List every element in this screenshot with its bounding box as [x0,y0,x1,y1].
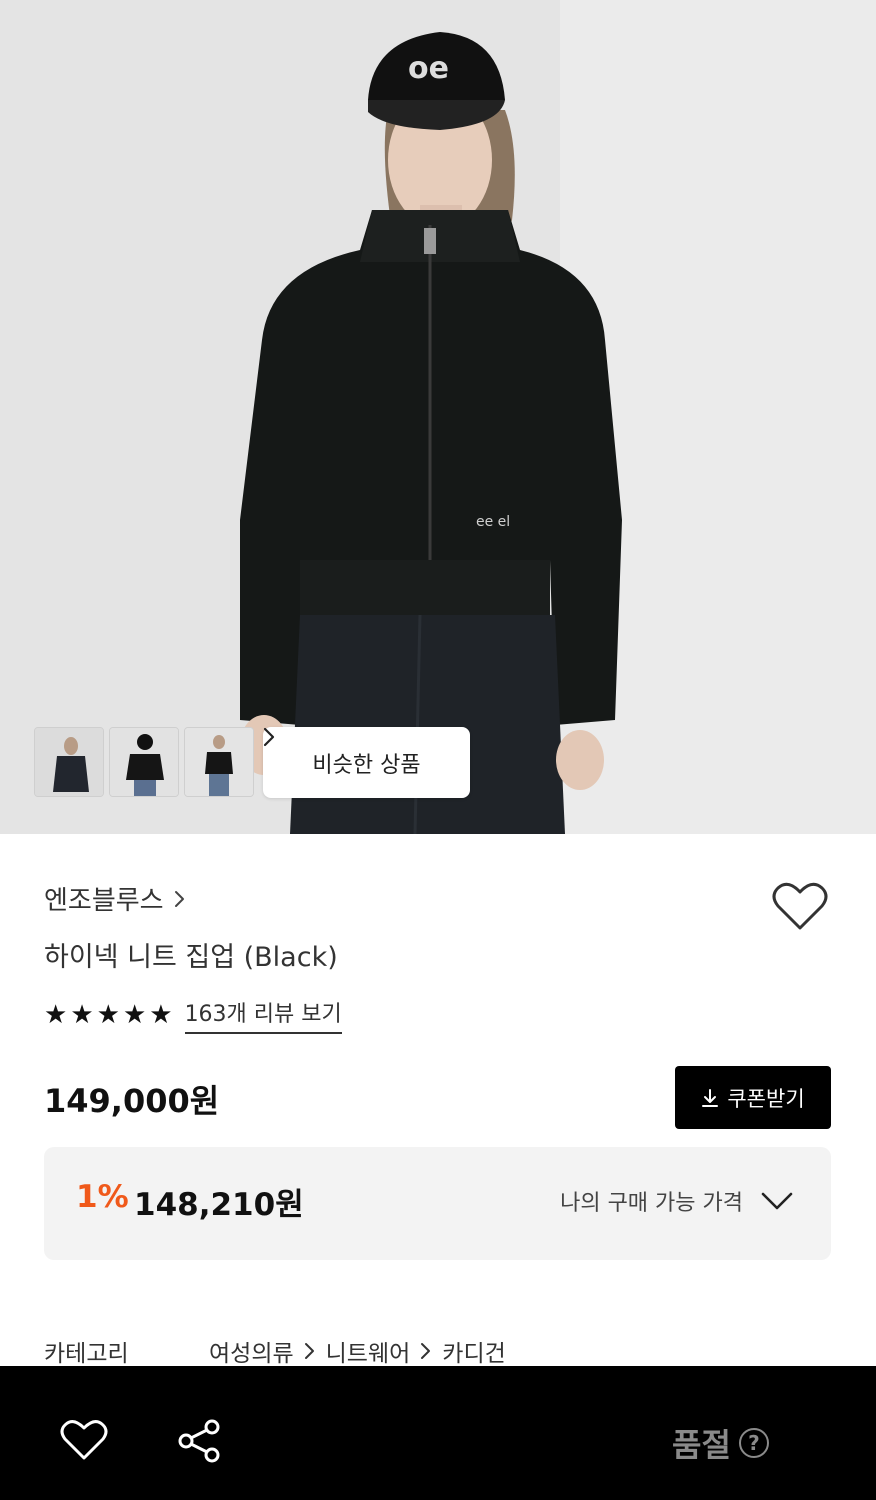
star-icon: ★ [149,1000,173,1030]
chevron-right-icon [263,727,275,747]
star-icon: ★ [96,1000,120,1030]
wishlist-heart-icon[interactable] [772,880,828,932]
share-icon[interactable] [176,1418,222,1464]
thumbnail-3[interactable] [184,727,254,797]
thumbnail-image [110,728,178,796]
final-price: 148,210원 [134,1187,304,1223]
rating-row: ★ ★ ★ ★ ★ 163개 리뷰 보기 [44,996,342,1034]
category-path-3[interactable]: 카디건 [442,1334,505,1368]
product-title: 하이넥 니트 집업 (Black) [44,942,338,973]
review-link[interactable]: 163개 리뷰 보기 [184,996,342,1034]
star-icon: ★ [44,1000,68,1030]
original-price: 149,000원 [44,1082,220,1120]
thumbnail-image [185,728,253,796]
category-label: 카테고리 [44,1341,129,1367]
thumbnail-image [35,728,103,796]
brand-link[interactable]: 엔조블루스 [44,880,186,917]
coupon-button[interactable]: 쿠폰받기 [675,1066,831,1129]
chevron-right-icon [174,890,184,907]
my-price-label: 나의 구매 가능 가격 [560,1191,743,1216]
chevron-right-icon [304,1343,314,1359]
thumbnail-1[interactable] [34,727,104,797]
soldout-status: 품절 ? [672,1420,769,1466]
image-thumbnails [34,727,254,797]
similar-products-button[interactable]: 비슷한 상품 [263,727,470,798]
soldout-label: 품절 [672,1426,731,1464]
svg-text:ee el: ee el [476,514,510,530]
model-photo: oe ee el [0,0,876,834]
download-icon [702,1088,719,1107]
purchasable-price-box[interactable]: 1% 148,210원 나의 구매 가능 가격 [44,1147,831,1260]
heart-icon[interactable] [60,1418,108,1462]
my-price-toggle[interactable]: 나의 구매 가능 가격 [560,1185,793,1217]
star-icon: ★ [70,1000,94,1030]
discount-rate: 1% [76,1179,129,1215]
product-main-image[interactable]: oe ee el 비슷한 상품 [0,0,876,834]
chevron-down-icon [761,1192,793,1210]
star-rating: ★ ★ ★ ★ ★ [44,1002,173,1028]
svg-text:oe: oe [408,51,449,86]
category-path-1[interactable]: 여성의류 [209,1334,294,1368]
star-icon: ★ [122,1000,147,1030]
help-icon[interactable]: ? [738,1428,769,1458]
chevron-right-icon [421,1343,431,1359]
brand-name: 엔조블루스 [44,886,164,916]
thumbnail-2[interactable] [109,727,179,797]
coupon-button-label: 쿠폰받기 [727,1086,805,1111]
category-path-2[interactable]: 니트웨어 [326,1334,411,1368]
category-row: 카테고리 여성의류 니트웨어 카디건 [44,1334,506,1368]
similar-products-label: 비슷한 상품 [312,752,421,778]
